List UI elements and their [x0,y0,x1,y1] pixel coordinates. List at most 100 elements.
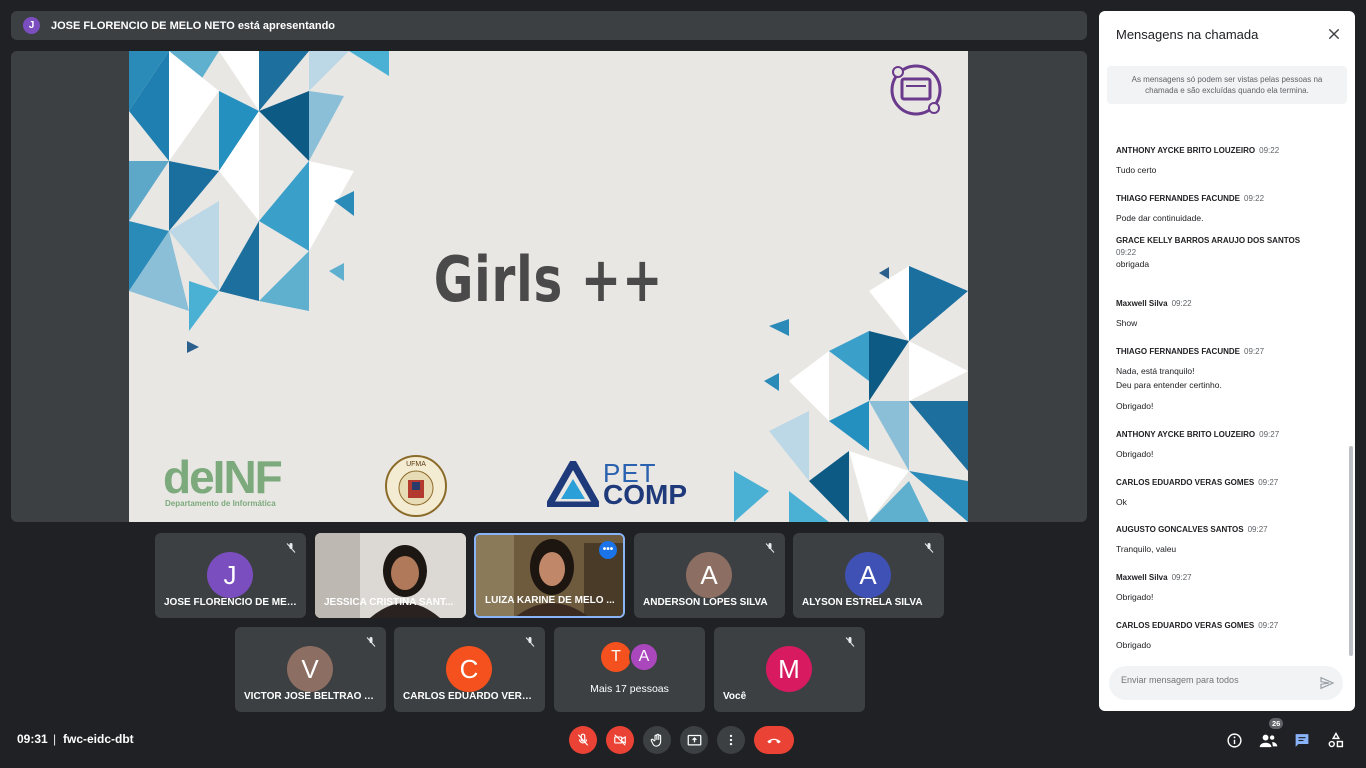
message-time: 09:27 [1259,430,1280,439]
message-time: 09:27 [1258,478,1279,487]
info-icon [1226,732,1242,748]
chat-privacy-note: As mensagens só podem ser vistas pelas p… [1107,66,1347,104]
participant-tile-self[interactable]: M Você [714,627,865,712]
more-options-button[interactable] [717,726,745,754]
chat-message: CARLOS EDUARDO VERAS GOMES 09:27 Obrigado [1116,615,1338,652]
meeting-clock: 09:31 [17,732,48,746]
toggle-mic-button[interactable] [569,726,597,754]
ufma-seal-icon: UFMA [385,455,447,517]
chat-icon [1295,733,1309,747]
message-body: Tudo certo [1116,165,1157,175]
mic-off-icon [924,543,934,553]
people-button[interactable]: 26 [1257,718,1284,751]
message-body: Show [1116,318,1138,328]
avatar: A [629,642,659,672]
chat-panel-title: Mensagens na chamada [1116,27,1259,42]
participant-tile-alyson[interactable]: A ALYSON ESTRELA SILVA [793,533,944,618]
more-options-icon[interactable]: ••• [599,541,617,559]
people-count-badge: 26 [1269,718,1284,729]
present-icon [687,734,701,745]
message-body: Obrigado! [1116,449,1154,459]
message-body: Pode dar continuidade. [1116,213,1204,223]
participant-tile-jose[interactable]: J JOSE FLORENCIO DE MEL... [155,533,306,618]
avatar: M [766,646,812,692]
message-time: 09:22 [1171,299,1192,308]
chat-scrollbar[interactable] [1349,446,1353,656]
message-time: 09:27 [1244,347,1265,356]
present-screen-button[interactable] [680,726,708,754]
mic-off-icon [286,543,296,553]
petcomp-mark-icon [547,461,599,507]
message-sender: ANTHONY AYCKE BRITO LOUZEIRO [1116,430,1256,439]
participant-name: VICTOR JOSE BELTRAO AL... [244,691,378,702]
mic-off-icon [577,733,589,746]
leave-call-button[interactable] [754,726,794,754]
participant-tile-anderson[interactable]: A ANDERSON LOPES SILVA [634,533,785,618]
avatar: A [845,552,891,598]
participant-tile-jessica[interactable]: JESSICA CRISTINA SANT... [315,533,466,618]
ufma-seal-text: UFMA [406,461,426,468]
message-sender: AUGUSTO GONCALVES SANTOS [1116,525,1244,534]
activities-icon [1328,731,1344,747]
participant-name: JOSE FLORENCIO DE MEL... [164,597,298,608]
mic-off-icon [765,543,775,553]
chat-message: THIAGO FERNANDES FACUNDE 09:27 Nada, está… [1116,341,1338,413]
more-vert-icon [729,734,733,746]
message-time: 09:22 [1116,248,1137,257]
avatar: T [601,642,631,672]
chat-message: THIAGO FERNANDES FACUNDE 09:22 Pode dar c… [1116,188,1338,225]
participant-name: ALYSON ESTRELA SILVA [802,597,923,608]
message-time: 09:27 [1258,621,1279,630]
message-time: 09:27 [1171,573,1192,582]
hand-icon [650,733,661,747]
message-body: Nada, está tranquilo! [1116,366,1195,376]
participant-tile-more-people[interactable]: T A Mais 17 pessoas [554,627,705,712]
chat-button[interactable] [1291,729,1313,751]
participant-tile-carlos[interactable]: C CARLOS EDUARDO VERAS... [394,627,545,712]
chat-message: AUGUSTO GONCALVES SANTOS 09:27 Tranquilo,… [1116,519,1338,556]
slide-title: Girls ++ [433,243,664,316]
presenter-avatar: J [23,17,40,34]
message-sender: CARLOS EDUARDO VERAS GOMES [1116,621,1255,630]
meeting-code: fwc-eidc-dbt [63,732,134,746]
presenter-banner: J JOSE FLORENCIO DE MELO NETO está apres… [11,11,1087,40]
avatar: A [686,552,732,598]
activities-button[interactable] [1325,729,1347,751]
status-separator: | [53,732,57,746]
message-sender: GRACE KELLY BARROS ARAUJO DOS SANTOS [1116,236,1301,245]
message-body: Obrigado! [1116,592,1154,602]
participant-tile-victor[interactable]: V VICTOR JOSE BELTRAO AL... [235,627,386,712]
mic-off-icon [525,637,535,647]
chat-message: Maxwell Silva 09:27 Obrigado! [1116,567,1338,604]
mic-off-icon [366,637,376,647]
avatar: C [446,646,492,692]
participant-name: LUIZA KARINE DE MELO ... [485,595,615,606]
toggle-camera-button[interactable] [606,726,634,754]
participant-name: ANDERSON LOPES SILVA [643,597,768,608]
chat-message-input[interactable] [1121,675,1311,685]
chat-message: ANTHONY AYCKE BRITO LOUZEIRO 09:27 Obriga… [1116,424,1338,461]
slide-top-right-emblem-icon [890,64,942,116]
message-sender: CARLOS EDUARDO VERAS GOMES [1116,478,1255,487]
camera-off-icon [614,734,626,746]
participant-name: Você [723,691,747,702]
avatar: J [207,552,253,598]
message-time: 09:22 [1259,146,1280,155]
chat-message: Maxwell Silva 09:22 Show [1116,293,1338,330]
message-sender: THIAGO FERNANDES FACUNDE [1116,347,1241,356]
message-sender: Maxwell Silva [1116,573,1168,582]
participant-tile-luiza[interactable]: ••• LUIZA KARINE DE MELO ... [474,533,625,618]
mic-off-icon [845,637,855,647]
message-body: Ok [1116,497,1127,507]
petcomp-logo: PET COMP [547,460,687,509]
presentation-stage: Girls ++ deINF Departamento de Informáti… [11,51,1087,522]
close-icon[interactable] [1327,27,1341,41]
send-icon[interactable] [1319,675,1335,691]
raise-hand-button[interactable] [643,726,671,754]
message-body: Tranquilo, valeu [1116,544,1177,554]
meeting-details-button[interactable] [1223,729,1245,751]
chat-message: ANTHONY AYCKE BRITO LOUZEIRO 09:22 Tudo c… [1116,140,1338,177]
more-people-label: Mais 17 pessoas [590,683,669,695]
chat-input-container [1109,666,1343,700]
participant-name: CARLOS EDUARDO VERAS... [403,691,537,702]
